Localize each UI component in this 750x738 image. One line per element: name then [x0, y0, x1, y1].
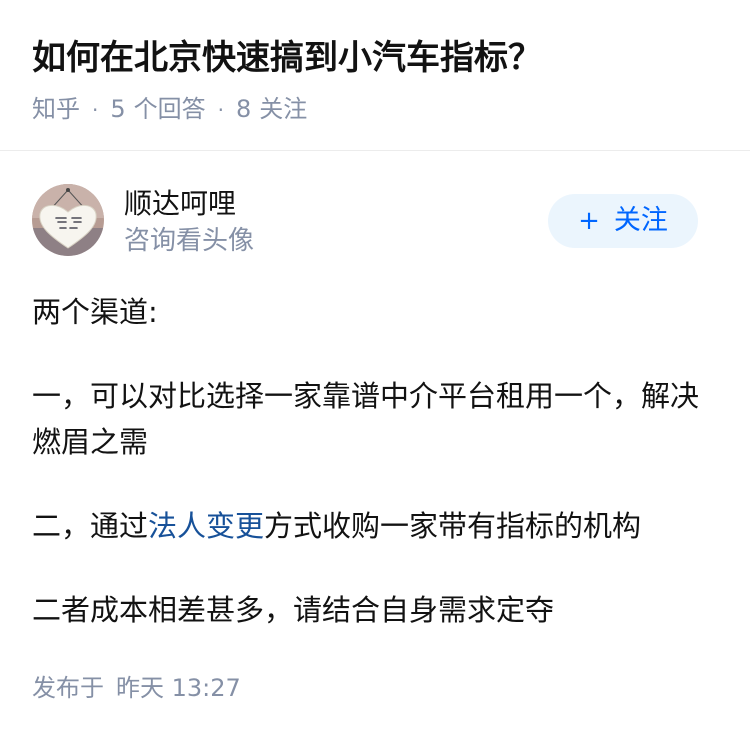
plus-icon: + [578, 206, 600, 236]
publish-timestamp: 昨天 13:27 [116, 674, 241, 702]
question-header: 如何在北京快速搞到小汽车指标？ 知乎 · 5 个回答 · 8 关注 [0, 0, 750, 151]
answer-count: 5 [110, 95, 126, 123]
avatar-heart-sign-icon [32, 184, 104, 256]
publish-label: 发布于 [32, 674, 104, 702]
answer-paragraph: 一，可以对比选择一家靠谱中介平台租用一个，解决燃眉之需 [32, 379, 700, 459]
follow-button[interactable]: + 关注 [548, 194, 698, 248]
answer-body: 两个渠道: 一，可以对比选择一家靠谱中介平台租用一个，解决燃眉之需 二，通过法人… [32, 289, 722, 671]
question-meta: 知乎 · 5 个回答 · 8 关注 [32, 92, 307, 127]
answer-paragraph: 两个渠道: [32, 295, 158, 329]
answer-paragraph: 二，通过法人变更方式收购一家带有指标的机构 [32, 503, 722, 549]
answer-count-label: 个回答 [133, 95, 206, 123]
paragraph-text: 二，通过 [32, 509, 149, 543]
publish-time: 发布于 昨天 13:27 [32, 671, 241, 705]
paragraph-text: 方式收购一家带有指标的机构 [264, 509, 642, 543]
answer-paragraph: 二者成本相差甚多，请结合自身需求定夺 [32, 593, 555, 627]
follow-button-label: 关注 [613, 205, 668, 236]
source-label[interactable]: 知乎 [32, 95, 80, 123]
question-title[interactable]: 如何在北京快速搞到小汽车指标？ [32, 34, 542, 82]
meta-separator: · [92, 98, 99, 122]
legal-person-change-link[interactable]: 法人变更 [148, 509, 264, 543]
follower-count-label: 关注 [259, 95, 308, 123]
avatar[interactable] [32, 184, 104, 256]
author-headline: 咨询看头像 [124, 226, 255, 256]
author-name[interactable]: 顺达呵哩 [124, 185, 236, 223]
follower-count: 8 [236, 95, 252, 123]
meta-separator: · [217, 98, 224, 122]
